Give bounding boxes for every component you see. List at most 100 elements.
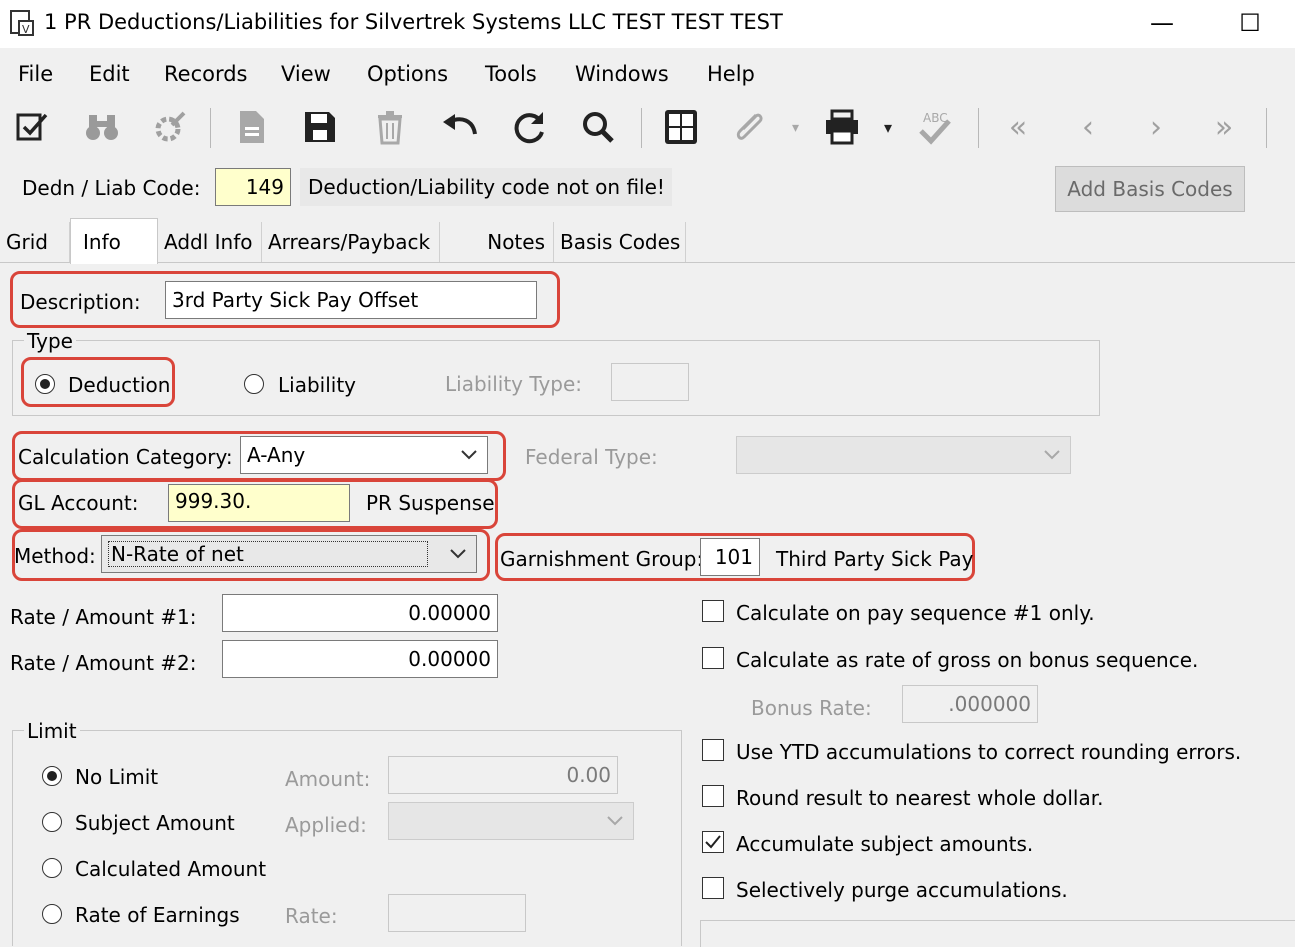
save-icon[interactable] — [298, 104, 342, 150]
liability-radio[interactable] — [244, 374, 264, 394]
calc-category-label: Calculation Category: — [18, 445, 233, 469]
menu-records[interactable]: Records — [164, 62, 248, 86]
gl-account-name: PR Suspense — [366, 491, 495, 515]
rate-gross-bonus-checkbox[interactable] — [702, 647, 724, 669]
limit-amount-label: Amount: — [285, 767, 371, 791]
gl-account-field[interactable]: 999.30. — [168, 484, 350, 522]
menu-help[interactable]: Help — [707, 62, 755, 86]
menu-file[interactable]: File — [18, 62, 53, 86]
menu-options[interactable]: Options — [367, 62, 448, 86]
chevron-down-icon — [461, 450, 477, 460]
description-field[interactable]: 3rd Party Sick Pay Offset — [165, 281, 537, 319]
new-document-icon[interactable] — [230, 104, 274, 150]
tab-arrears-payback[interactable]: Arrears/Payback — [262, 222, 440, 262]
rate-gross-bonus-label: Calculate as rate of gross on bonus sequ… — [736, 648, 1199, 672]
binoculars-icon[interactable] — [80, 104, 124, 150]
toolbar-separator — [978, 108, 979, 148]
dedn-liab-code-label: Dedn / Liab Code: — [22, 176, 201, 200]
accumulate-checkbox[interactable] — [702, 831, 724, 853]
dedn-liab-code-field[interactable]: 149 — [215, 168, 291, 206]
maximize-button[interactable]: ☐ — [1230, 6, 1270, 40]
federal-type-select[interactable] — [736, 436, 1071, 474]
minimize-button[interactable]: — — [1142, 6, 1182, 40]
menu-bar: File Edit Records View Options Tools Win… — [0, 56, 1295, 96]
liability-label: Liability — [278, 373, 356, 397]
ytd-checkbox[interactable] — [702, 739, 724, 761]
next-record-icon[interactable]: › — [1134, 104, 1178, 150]
limit-applied-select[interactable] — [388, 802, 634, 840]
calculator-icon[interactable] — [659, 104, 703, 150]
spellcheck-icon[interactable]: ABC — [912, 104, 956, 150]
tab-basis-codes[interactable]: Basis Codes — [554, 222, 686, 262]
checklist-icon[interactable] — [10, 104, 54, 150]
type-group-title: Type — [24, 329, 76, 353]
rate-amount-2-label: Rate / Amount #2: — [10, 651, 197, 675]
calculated-amount-radio[interactable] — [42, 858, 62, 878]
print-icon[interactable] — [820, 104, 864, 150]
svg-text:ABC: ABC — [923, 111, 948, 125]
last-record-icon[interactable]: » — [1202, 104, 1246, 150]
previous-record-icon[interactable]: ‹ — [1066, 104, 1110, 150]
garnishment-group-name: Third Party Sick Pay — [776, 547, 974, 571]
subject-amount-label: Subject Amount — [75, 811, 235, 835]
toolbar-separator — [641, 108, 642, 148]
toolbar: ▾ ▾ ABC « ‹ › » — [0, 98, 1295, 156]
rate-of-earnings-radio[interactable] — [42, 904, 62, 924]
app-icon: V — [10, 10, 34, 36]
radio-selected-dot — [47, 771, 57, 781]
rate-amount-2-field[interactable]: 0.00000 — [222, 640, 498, 678]
gl-account-label: GL Account: — [18, 491, 139, 515]
rate-amount-1-field[interactable]: 0.00000 — [222, 594, 498, 632]
limit-rate-field[interactable] — [388, 894, 526, 932]
garnishment-group-label: Garnishment Group: — [500, 547, 704, 571]
delete-icon[interactable] — [368, 104, 412, 150]
accumulate-label: Accumulate subject amounts. — [736, 832, 1034, 856]
deduction-radio[interactable] — [35, 374, 55, 394]
limit-rate-label: Rate: — [285, 904, 338, 928]
method-value: N-Rate of net — [108, 541, 428, 567]
purge-checkbox[interactable] — [702, 877, 724, 899]
rate-amount-1-label: Rate / Amount #1: — [10, 605, 197, 629]
first-record-icon[interactable]: « — [996, 104, 1040, 150]
attach-icon[interactable] — [728, 104, 772, 150]
search-icon[interactable] — [576, 104, 620, 150]
limit-amount-field[interactable]: 0.00 — [388, 756, 618, 794]
tab-grid[interactable]: Grid — [0, 222, 70, 262]
title-bar: V 1 PR Deductions/Liabilities for Silver… — [0, 0, 1295, 48]
wizard-icon[interactable] — [148, 104, 192, 150]
print-dropdown-icon[interactable]: ▾ — [884, 118, 892, 137]
toolbar-separator — [210, 108, 211, 148]
federal-type-label: Federal Type: — [525, 445, 658, 469]
svg-text:V: V — [22, 23, 30, 36]
bonus-rate-field[interactable]: .000000 — [902, 685, 1038, 723]
no-limit-radio[interactable] — [42, 766, 62, 786]
no-limit-label: No Limit — [75, 765, 159, 789]
deduction-label: Deduction — [68, 373, 171, 397]
round-label: Round result to nearest whole dollar. — [736, 786, 1104, 810]
menu-windows[interactable]: Windows — [575, 62, 669, 86]
subject-amount-radio[interactable] — [42, 812, 62, 832]
tab-notes[interactable]: Notes — [440, 222, 554, 262]
menu-view[interactable]: View — [281, 62, 331, 86]
method-label: Method: — [14, 544, 96, 568]
liability-type-field[interactable] — [611, 363, 689, 401]
pay-seq1-checkbox[interactable] — [702, 600, 724, 622]
limit-group-title: Limit — [24, 719, 80, 743]
method-select[interactable]: N-Rate of net — [101, 535, 477, 573]
tab-addl-info[interactable]: Addl Info — [158, 222, 262, 262]
chevron-down-icon — [1044, 450, 1060, 460]
round-checkbox[interactable] — [702, 785, 724, 807]
checkmark-icon — [705, 835, 721, 849]
tab-info[interactable]: Info — [70, 218, 158, 264]
radio-selected-dot — [40, 379, 50, 389]
calc-category-select[interactable]: A-Any — [240, 436, 488, 474]
purge-label: Selectively purge accumulations. — [736, 878, 1068, 902]
menu-edit[interactable]: Edit — [89, 62, 130, 86]
undo-icon[interactable] — [438, 104, 482, 150]
garnishment-group-code[interactable]: 101 — [700, 538, 760, 576]
attach-dropdown-icon[interactable]: ▾ — [792, 120, 799, 136]
add-basis-codes-button[interactable]: Add Basis Codes — [1055, 166, 1245, 212]
liability-type-label: Liability Type: — [445, 372, 583, 396]
menu-tools[interactable]: Tools — [485, 62, 537, 86]
refresh-icon[interactable] — [508, 104, 552, 150]
